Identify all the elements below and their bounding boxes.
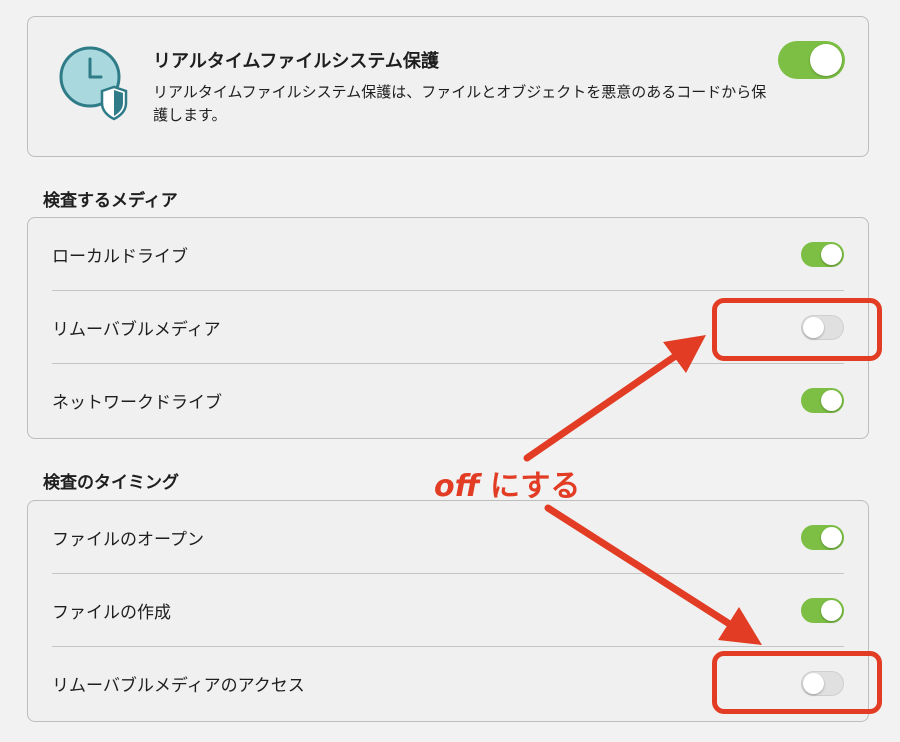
arrow-down-head <box>718 607 762 645</box>
annotation-rest-text: にする <box>479 469 581 504</box>
annotation-label: off にする <box>434 461 580 505</box>
arrow-up-line <box>523 353 678 462</box>
arrow-down-line <box>544 504 732 627</box>
arrow-up-head <box>663 335 706 373</box>
annotation-off-text: off <box>434 469 480 504</box>
annotation-arrows <box>523 335 762 645</box>
